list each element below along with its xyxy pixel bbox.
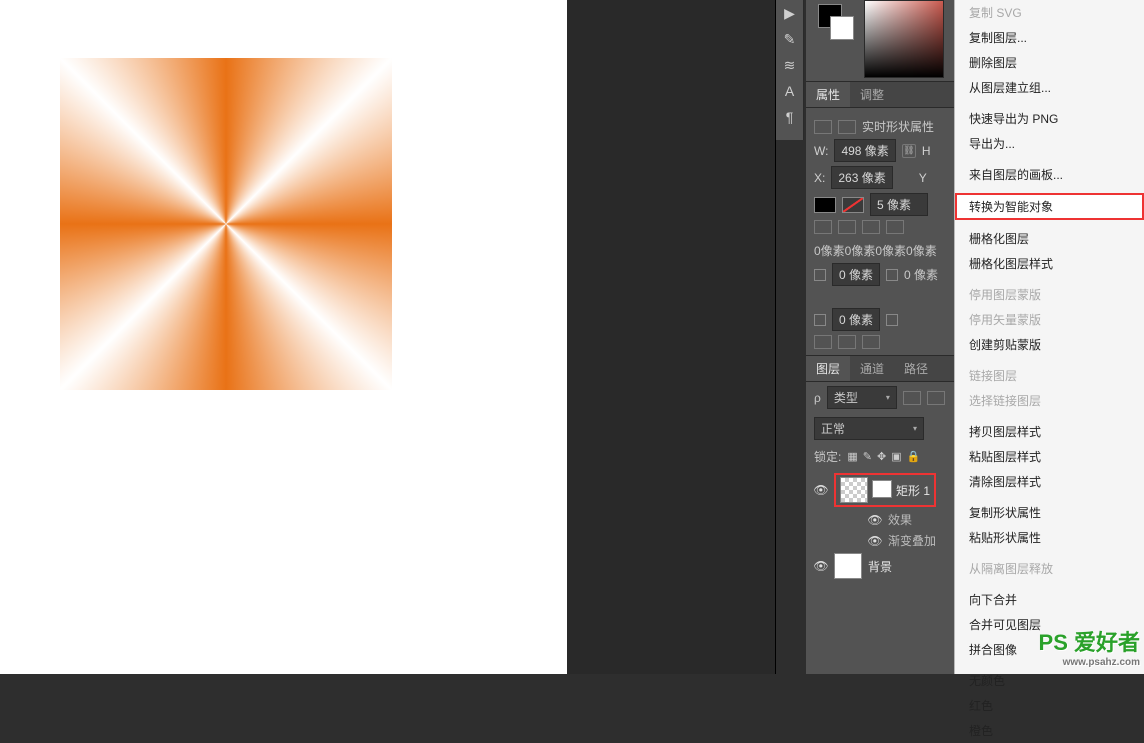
ctx-create-clipping-mask[interactable]: 创建剪贴蒙版 xyxy=(955,332,1144,357)
lock-icons: ▦ ✎ ✥ ▣ 🔒 xyxy=(847,450,920,463)
tab-properties[interactable]: 属性 xyxy=(806,82,850,107)
corner-bl-check[interactable] xyxy=(814,314,826,326)
layer-context-menu: 复制 SVG 复制图层... 删除图层 从图层建立组... 快速导出为 PNG … xyxy=(954,0,1144,674)
ctx-artboard-from-layers[interactable]: 来自图层的画板... xyxy=(955,162,1144,187)
ctx-color-red[interactable]: 红色 xyxy=(955,693,1144,718)
w-label: W: xyxy=(814,144,828,158)
pathop-icon-1[interactable] xyxy=(814,335,832,349)
effect-name: 渐变叠加 xyxy=(888,532,936,549)
tab-paths[interactable]: 路径 xyxy=(894,356,938,381)
corner-bl-field[interactable]: 0 像素 xyxy=(832,308,880,331)
corner-tr-check[interactable] xyxy=(886,269,898,281)
color-picker-canvas[interactable] xyxy=(864,0,944,78)
tab-layers[interactable]: 图层 xyxy=(806,356,850,381)
ctx-disable-vector-mask: 停用矢量蒙版 xyxy=(955,307,1144,332)
width-field[interactable]: 498 像素 xyxy=(834,139,895,162)
ctx-clear-layer-style[interactable]: 清除图层样式 xyxy=(955,469,1144,494)
mask-icon xyxy=(838,120,856,134)
pathop-icon-3[interactable] xyxy=(862,335,880,349)
ctx-delete-layer[interactable]: 删除图层 xyxy=(955,50,1144,75)
lock-pixels-icon[interactable]: ✎ xyxy=(863,450,872,463)
stroke-swatch[interactable] xyxy=(842,197,864,213)
ctx-copy-layer-style[interactable]: 拷贝图层样式 xyxy=(955,419,1144,444)
shape-rectangle-gradient[interactable] xyxy=(60,58,392,390)
filter-adj-icon[interactable] xyxy=(927,391,945,405)
ctx-convert-smart-object[interactable]: 转换为智能对象 xyxy=(955,193,1144,220)
ctx-no-color[interactable]: 无颜色 xyxy=(955,668,1144,693)
paragraph-icon[interactable]: ¶ xyxy=(776,104,803,130)
ctx-merge-visible[interactable]: 合并可见图层 xyxy=(955,612,1144,637)
ctx-rasterize-style[interactable]: 栅格化图层样式 xyxy=(955,251,1144,276)
character-icon[interactable]: A xyxy=(776,78,803,104)
tab-channels[interactable]: 通道 xyxy=(850,356,894,381)
eye-icon[interactable]: 👁 xyxy=(868,534,882,548)
filter-rho-icon[interactable]: ρ xyxy=(814,391,821,405)
pathop-icon-2[interactable] xyxy=(838,335,856,349)
eye-icon[interactable]: 👁 xyxy=(814,483,828,497)
layer-thumb-bg[interactable] xyxy=(834,553,862,579)
brush-settings-icon[interactable]: ✎ xyxy=(776,26,803,52)
arrow-icon[interactable]: ▶ xyxy=(776,0,803,26)
workspace-background xyxy=(567,0,776,674)
stroke-align-icon[interactable] xyxy=(838,220,856,234)
blend-mode-dropdown[interactable]: 正常▾ xyxy=(814,417,924,440)
tab-adjustments[interactable]: 调整 xyxy=(850,82,894,107)
ctx-export-as[interactable]: 导出为... xyxy=(955,131,1144,156)
lock-artboard-icon[interactable]: ▣ xyxy=(891,450,901,463)
lock-all-icon[interactable]: 🔒 xyxy=(907,450,921,463)
ctx-paste-layer-style[interactable]: 粘贴图层样式 xyxy=(955,444,1144,469)
ctx-flatten-image[interactable]: 拼合图像 xyxy=(955,637,1144,662)
h-label: H xyxy=(922,144,931,158)
ctx-rasterize-layer[interactable]: 栅格化图层 xyxy=(955,226,1144,251)
layer-mask-thumb[interactable] xyxy=(872,480,892,498)
ctx-release-isolation: 从隔离图层释放 xyxy=(955,556,1144,581)
ctx-duplicate-layer[interactable]: 复制图层... xyxy=(955,25,1144,50)
corner-br-check[interactable] xyxy=(886,314,898,326)
stroke-type-icon[interactable] xyxy=(814,220,832,234)
layer-name-rect1: 矩形 1 xyxy=(896,482,930,499)
ctx-link-layers: 链接图层 xyxy=(955,363,1144,388)
ctx-select-linked: 选择链接图层 xyxy=(955,388,1144,413)
x-label: X: xyxy=(814,171,825,185)
corner-tl-check[interactable] xyxy=(814,269,826,281)
tool-column: ▶ ✎ ≋ A ¶ xyxy=(776,0,804,140)
stroke-width-field[interactable]: 5 像素 xyxy=(870,193,928,216)
background-swatch[interactable] xyxy=(830,16,854,40)
brushes-icon[interactable]: ≋ xyxy=(776,52,803,78)
ctx-copy-svg: 复制 SVG xyxy=(955,0,1144,25)
lock-transparent-icon[interactable]: ▦ xyxy=(847,450,857,463)
filter-img-icon[interactable] xyxy=(903,391,921,405)
fill-swatch[interactable] xyxy=(814,197,836,213)
layer-name-bg: 背景 xyxy=(868,558,892,575)
filter-type-dropdown[interactable]: 类型▾ xyxy=(827,386,897,409)
ctx-copy-shape-attr[interactable]: 复制形状属性 xyxy=(955,500,1144,525)
ctx-paste-shape-attr[interactable]: 粘贴形状属性 xyxy=(955,525,1144,550)
document-canvas[interactable] xyxy=(0,0,567,674)
eye-icon[interactable]: 👁 xyxy=(868,513,882,527)
stroke-corners-icon[interactable] xyxy=(886,220,904,234)
ctx-color-orange[interactable]: 橙色 xyxy=(955,718,1144,743)
y-label: Y xyxy=(919,171,927,185)
x-field[interactable]: 263 像素 xyxy=(831,166,892,189)
eye-icon[interactable]: 👁 xyxy=(814,559,828,573)
ctx-quick-export-png[interactable]: 快速导出为 PNG xyxy=(955,106,1144,131)
corner-tl-field[interactable]: 0 像素 xyxy=(832,263,880,286)
corner-radius-summary: 0像素0像素0像素0像素 xyxy=(814,242,937,259)
ctx-disable-layer-mask: 停用图层蒙版 xyxy=(955,282,1144,307)
effects-label: 效果 xyxy=(888,511,912,528)
link-wh-icon[interactable]: ⛓ xyxy=(902,144,916,158)
corner-tr-field[interactable]: 0 像素 xyxy=(904,266,938,283)
layer-thumb[interactable] xyxy=(840,477,868,503)
ctx-merge-down[interactable]: 向下合并 xyxy=(955,587,1144,612)
lock-position-icon[interactable]: ✥ xyxy=(877,450,886,463)
live-shape-title: 实时形状属性 xyxy=(862,118,934,135)
live-shape-icon xyxy=(814,120,832,134)
lock-label: 锁定: xyxy=(814,448,841,465)
stroke-caps-icon[interactable] xyxy=(862,220,880,234)
ctx-group-from-layers[interactable]: 从图层建立组... xyxy=(955,75,1144,100)
